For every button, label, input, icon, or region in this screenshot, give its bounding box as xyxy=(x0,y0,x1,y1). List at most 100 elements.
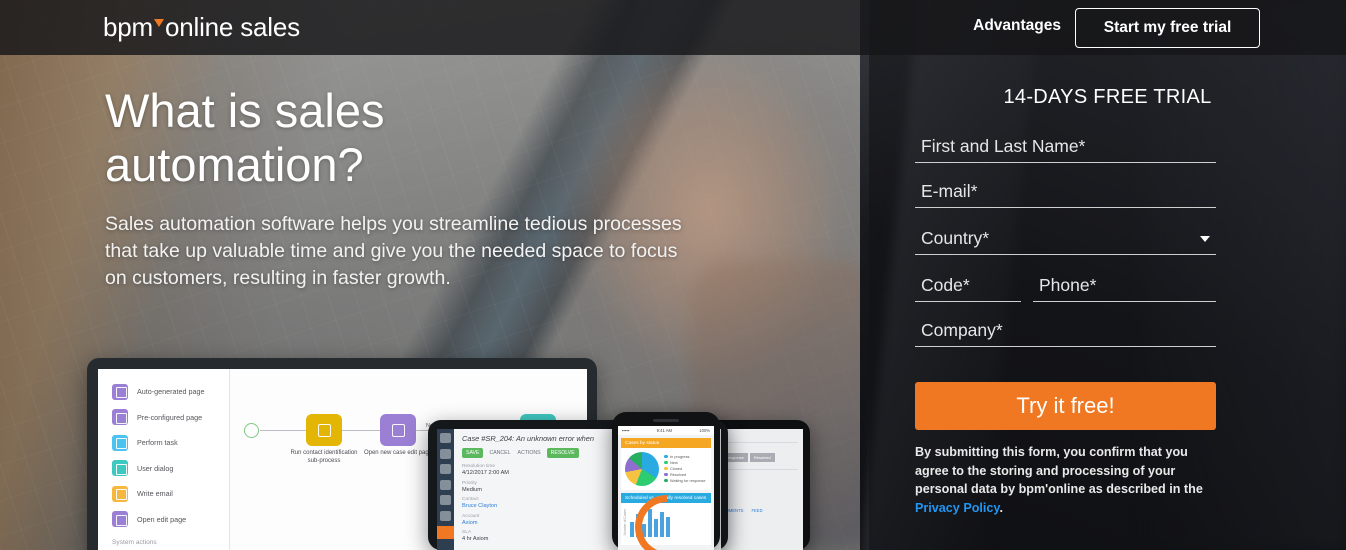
palette-item[interactable]: User dialog xyxy=(112,456,229,482)
plus-icon[interactable] xyxy=(440,479,451,490)
edit-page-icon xyxy=(112,511,128,528)
case-fields: Resolution time 4/12/2017 2:00 AM Priorit… xyxy=(462,464,615,547)
palette-item[interactable]: Pre-configured page xyxy=(112,405,229,431)
case-field: SLA 4 hr Axiom xyxy=(462,530,615,542)
field-label: Contact xyxy=(462,497,479,503)
case-field: Contact Bruce Clayton xyxy=(462,497,615,509)
palette-item[interactable]: Perform task xyxy=(112,430,229,456)
book-icon[interactable] xyxy=(440,510,451,521)
chevron-right-icon[interactable] xyxy=(440,433,451,443)
play-icon[interactable] xyxy=(440,464,451,474)
code-input[interactable] xyxy=(915,273,1021,301)
field-label: SLA xyxy=(462,530,472,536)
node-caption: Run contact identification sub-process xyxy=(290,450,358,464)
palette-item[interactable]: Write email xyxy=(112,481,229,507)
palette-item-label: Auto-generated page xyxy=(137,387,205,397)
palette-item[interactable]: Auto-generated page xyxy=(112,379,229,405)
palette-group-label: System actions xyxy=(112,539,157,546)
chevron-down-icon[interactable] xyxy=(1200,236,1210,242)
page-title: What is sales automation? xyxy=(105,84,385,191)
edit-page-icon xyxy=(391,423,405,437)
status-time: 9:41 AM xyxy=(656,428,673,433)
logo-apostrophe-icon xyxy=(153,19,164,27)
device-mockups: Auto-generated page Pre-configured page … xyxy=(0,340,880,550)
cancel-button[interactable]: CANCEL xyxy=(488,448,511,458)
save-button[interactable]: SAVE xyxy=(462,448,484,459)
field-phone[interactable] xyxy=(1033,273,1216,302)
field-label: Account xyxy=(462,513,480,519)
tablet-back-tabs[interactable]: COMMENTS FEED xyxy=(719,508,798,513)
page-icon xyxy=(112,409,128,426)
y-axis-label: Number of Cases xyxy=(623,509,627,536)
phone-input[interactable] xyxy=(1033,273,1216,301)
country-select[interactable] xyxy=(915,226,1216,254)
divider xyxy=(719,442,798,443)
field-value[interactable]: Axiom xyxy=(462,520,615,526)
field-company[interactable] xyxy=(915,318,1216,347)
start-event-icon xyxy=(244,423,259,438)
field-value: Medium xyxy=(462,486,482,493)
signal-icon: ▪▪▪▪▪ xyxy=(622,428,630,433)
process-node[interactable]: Open new case edit page xyxy=(364,414,432,456)
field-code[interactable] xyxy=(915,273,1021,302)
signup-form: 14-DAYS FREE TRIAL Try it free! By submi… xyxy=(869,0,1346,550)
contacts-icon[interactable] xyxy=(440,495,451,505)
case-field: Account Axiom xyxy=(462,514,615,526)
palette-item[interactable]: Open edit page xyxy=(112,507,229,533)
form-title: 14-DAYS FREE TRIAL xyxy=(1003,86,1212,108)
dashboard-widget-pie[interactable]: Cases by status In progress New Closed R… xyxy=(621,438,711,490)
disclaimer-text: By submitting this form, you confirm tha… xyxy=(915,445,1203,496)
try-it-free-button[interactable]: Try it free! xyxy=(915,382,1216,430)
brand-logo[interactable]: bpm online sales xyxy=(103,12,300,43)
pie-chart-legend: In progress New Closed Resolved Waiting … xyxy=(664,454,706,484)
case-field: Priority Medium xyxy=(462,481,615,493)
actions-button[interactable]: ACTIONS xyxy=(517,448,542,458)
dashboard-widget-bar[interactable]: Scheduled vs. Actually resolved cases Nu… xyxy=(621,481,713,550)
field-full-name[interactable] xyxy=(915,134,1216,163)
tablet-nav-rail[interactable] xyxy=(437,429,454,550)
pie-chart: In progress New Closed Resolved Waiting … xyxy=(621,448,711,490)
task-icon xyxy=(112,434,128,451)
node-caption: Open new case edit page xyxy=(363,450,433,456)
palette-item-label: User dialog xyxy=(137,463,174,473)
tab-feed[interactable]: FEED xyxy=(751,508,762,513)
dialog-icon xyxy=(112,460,128,477)
field-value: 4 hr Axiom xyxy=(462,536,489,543)
logo-text-online-sales: online sales xyxy=(164,12,300,42)
full-name-input[interactable] xyxy=(915,134,1216,162)
divider xyxy=(719,469,798,470)
phone-speaker xyxy=(653,419,679,422)
flow-connector xyxy=(342,430,380,431)
envelope-icon xyxy=(112,485,128,502)
privacy-policy-link[interactable]: Privacy Policy xyxy=(915,501,999,515)
disclaimer-end: . xyxy=(999,500,1003,515)
bar-chart: Number of Cases xyxy=(621,481,713,550)
process-node[interactable]: Run contact identification sub-process xyxy=(290,414,358,464)
site-header: bpm online sales Advantages Start my free… xyxy=(0,0,1346,55)
start-free-trial-button[interactable]: Start my free trial xyxy=(1075,8,1260,48)
hero-subtitle: Sales automation software helps you stre… xyxy=(105,213,682,289)
palette-item-label: Open edit page xyxy=(137,514,187,524)
field-email[interactable] xyxy=(915,179,1216,208)
field-value[interactable]: Bruce Clayton xyxy=(462,503,615,509)
cases-icon[interactable] xyxy=(437,526,454,539)
case-field: Resolution time 4/12/2017 2:00 AM xyxy=(462,464,615,476)
landing-page: bpm online sales Advantages Start my free… xyxy=(0,0,1346,550)
email-input[interactable] xyxy=(915,179,1216,207)
field-label: Priority xyxy=(462,480,477,486)
widget-title: Cases by status xyxy=(621,438,711,448)
phone-status-bar: ▪▪▪▪▪ 9:41 AM 100% xyxy=(618,426,714,435)
company-input[interactable] xyxy=(915,318,1216,346)
field-value: 4/12/2017 2:00 AM xyxy=(462,470,509,477)
nav-link-advantages[interactable]: Advantages xyxy=(973,17,1061,35)
stage-next: Resolved xyxy=(749,453,775,462)
phone-mockup: ▪▪▪▪▪ 9:41 AM 100% Cases by status In pr… xyxy=(612,412,720,550)
flow-connector xyxy=(260,430,306,431)
resolve-button[interactable]: RESOLVE xyxy=(546,448,579,459)
form-disclaimer: By submitting this form, you confirm tha… xyxy=(915,443,1215,517)
subprocess-icon xyxy=(317,423,331,437)
menu-icon[interactable] xyxy=(440,448,451,459)
page-icon xyxy=(112,383,128,400)
palette-item-label: Perform task xyxy=(137,438,178,448)
field-country[interactable] xyxy=(915,226,1216,255)
